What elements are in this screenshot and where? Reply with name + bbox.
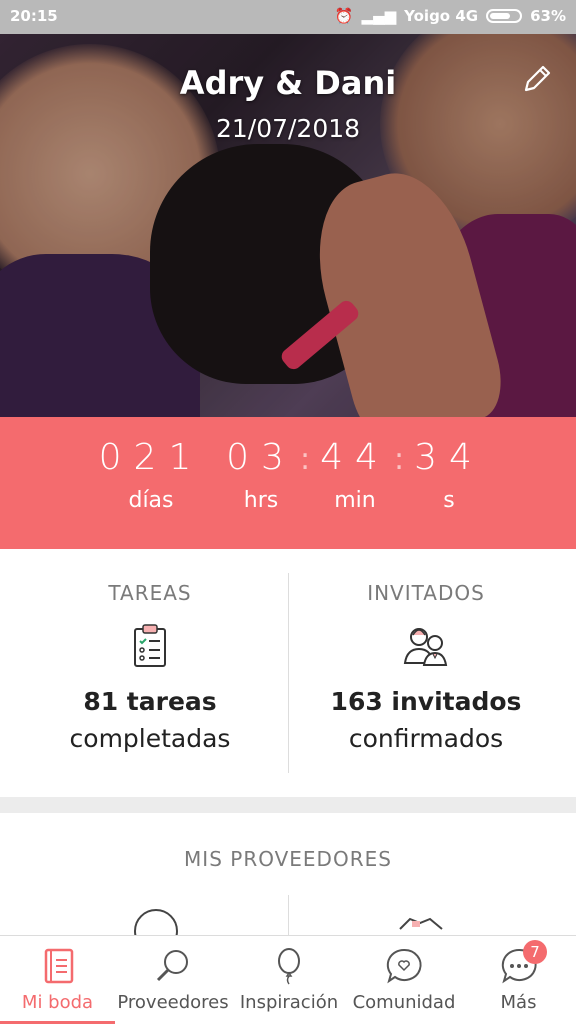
notification-badge: 7 [523,940,547,964]
nav-label: Proveedores [117,992,229,1013]
minutes-value: 44 [320,437,390,478]
notebook-icon [44,948,73,984]
countdown-days: 021 días [96,437,206,513]
couple-names: Adry & Dani [179,64,397,102]
hours-label: hrs [243,488,279,513]
alarm-icon: ⏰ [334,7,354,25]
nav-label: Más [500,992,537,1013]
chat-heart-icon [386,948,422,984]
stats-divider [288,573,289,773]
carrier-label: Yoigo 4G [404,7,479,25]
bottom-navigation: Mi boda Proveedores Inspiración Comunida… [0,935,576,1024]
hours-value: 03 [226,437,296,478]
tasks-title: TAREAS [108,581,192,605]
balloon-icon [278,948,300,985]
status-bar: 20:15 ⏰ ▂▄▆ Yoigo 4G 63% [0,0,576,34]
wedding-date: 21/07/2018 [215,114,361,143]
pencil-icon [524,65,551,92]
guests-count: 163 invitados [330,687,522,716]
nav-comunidad[interactable]: Comunidad [347,936,461,1024]
nav-label: Comunidad [352,992,456,1013]
signal-icon: ▂▄▆ [361,7,397,25]
tasks-sub: completadas [69,724,231,753]
days-label: días [128,488,174,513]
heart-ring-icon[interactable] [134,909,178,935]
wedding-countdown: 021 días 03 hrs : 44 min : 34 s [0,417,576,549]
search-icon [156,950,188,982]
guests-title: INVITADOS [367,581,485,605]
countdown-seconds: 34 s [414,437,484,513]
tasks-count: 81 tareas [83,687,217,716]
providers-section: MIS PROVEEDORES [0,813,576,935]
nav-mi-boda[interactable]: Mi boda [0,936,115,1024]
seconds-label: s [443,488,455,513]
countdown-hours: 03 hrs [226,437,296,513]
tasks-card[interactable]: TAREAS 81 tareas completadas [6,549,294,797]
providers-divider [288,895,289,935]
battery-percent: 63% [530,7,566,25]
status-icons: ⏰ ▂▄▆ Yoigo 4G 63% [335,7,566,25]
separator: : [394,442,405,477]
section-gap [0,797,576,813]
guests-icon [403,628,448,666]
days-value: 021 [98,437,204,478]
nav-mas[interactable]: 7 Más [461,936,576,1024]
guests-card[interactable]: INVITADOS 163 invitados confirmados [282,549,570,797]
nav-proveedores[interactable]: Proveedores [115,936,231,1024]
minutes-label: min [334,488,376,513]
edit-button[interactable] [520,62,554,96]
providers-title: MIS PROVEEDORES [184,847,392,871]
separator: : [300,442,311,477]
nav-inspiracion[interactable]: Inspiración [231,936,347,1024]
nav-label: Inspiración [239,992,339,1013]
battery-icon [486,9,523,23]
countdown-minutes: 44 min [320,437,390,513]
seconds-value: 34 [414,437,484,478]
guests-sub: confirmados [348,724,504,753]
clipboard-checklist-icon [134,624,166,667]
couple-photo: Adry & Dani 21/07/2018 [0,34,576,417]
handshake-icon[interactable] [398,913,444,935]
status-time: 20:15 [10,7,58,25]
nav-label: Mi boda [21,992,94,1013]
